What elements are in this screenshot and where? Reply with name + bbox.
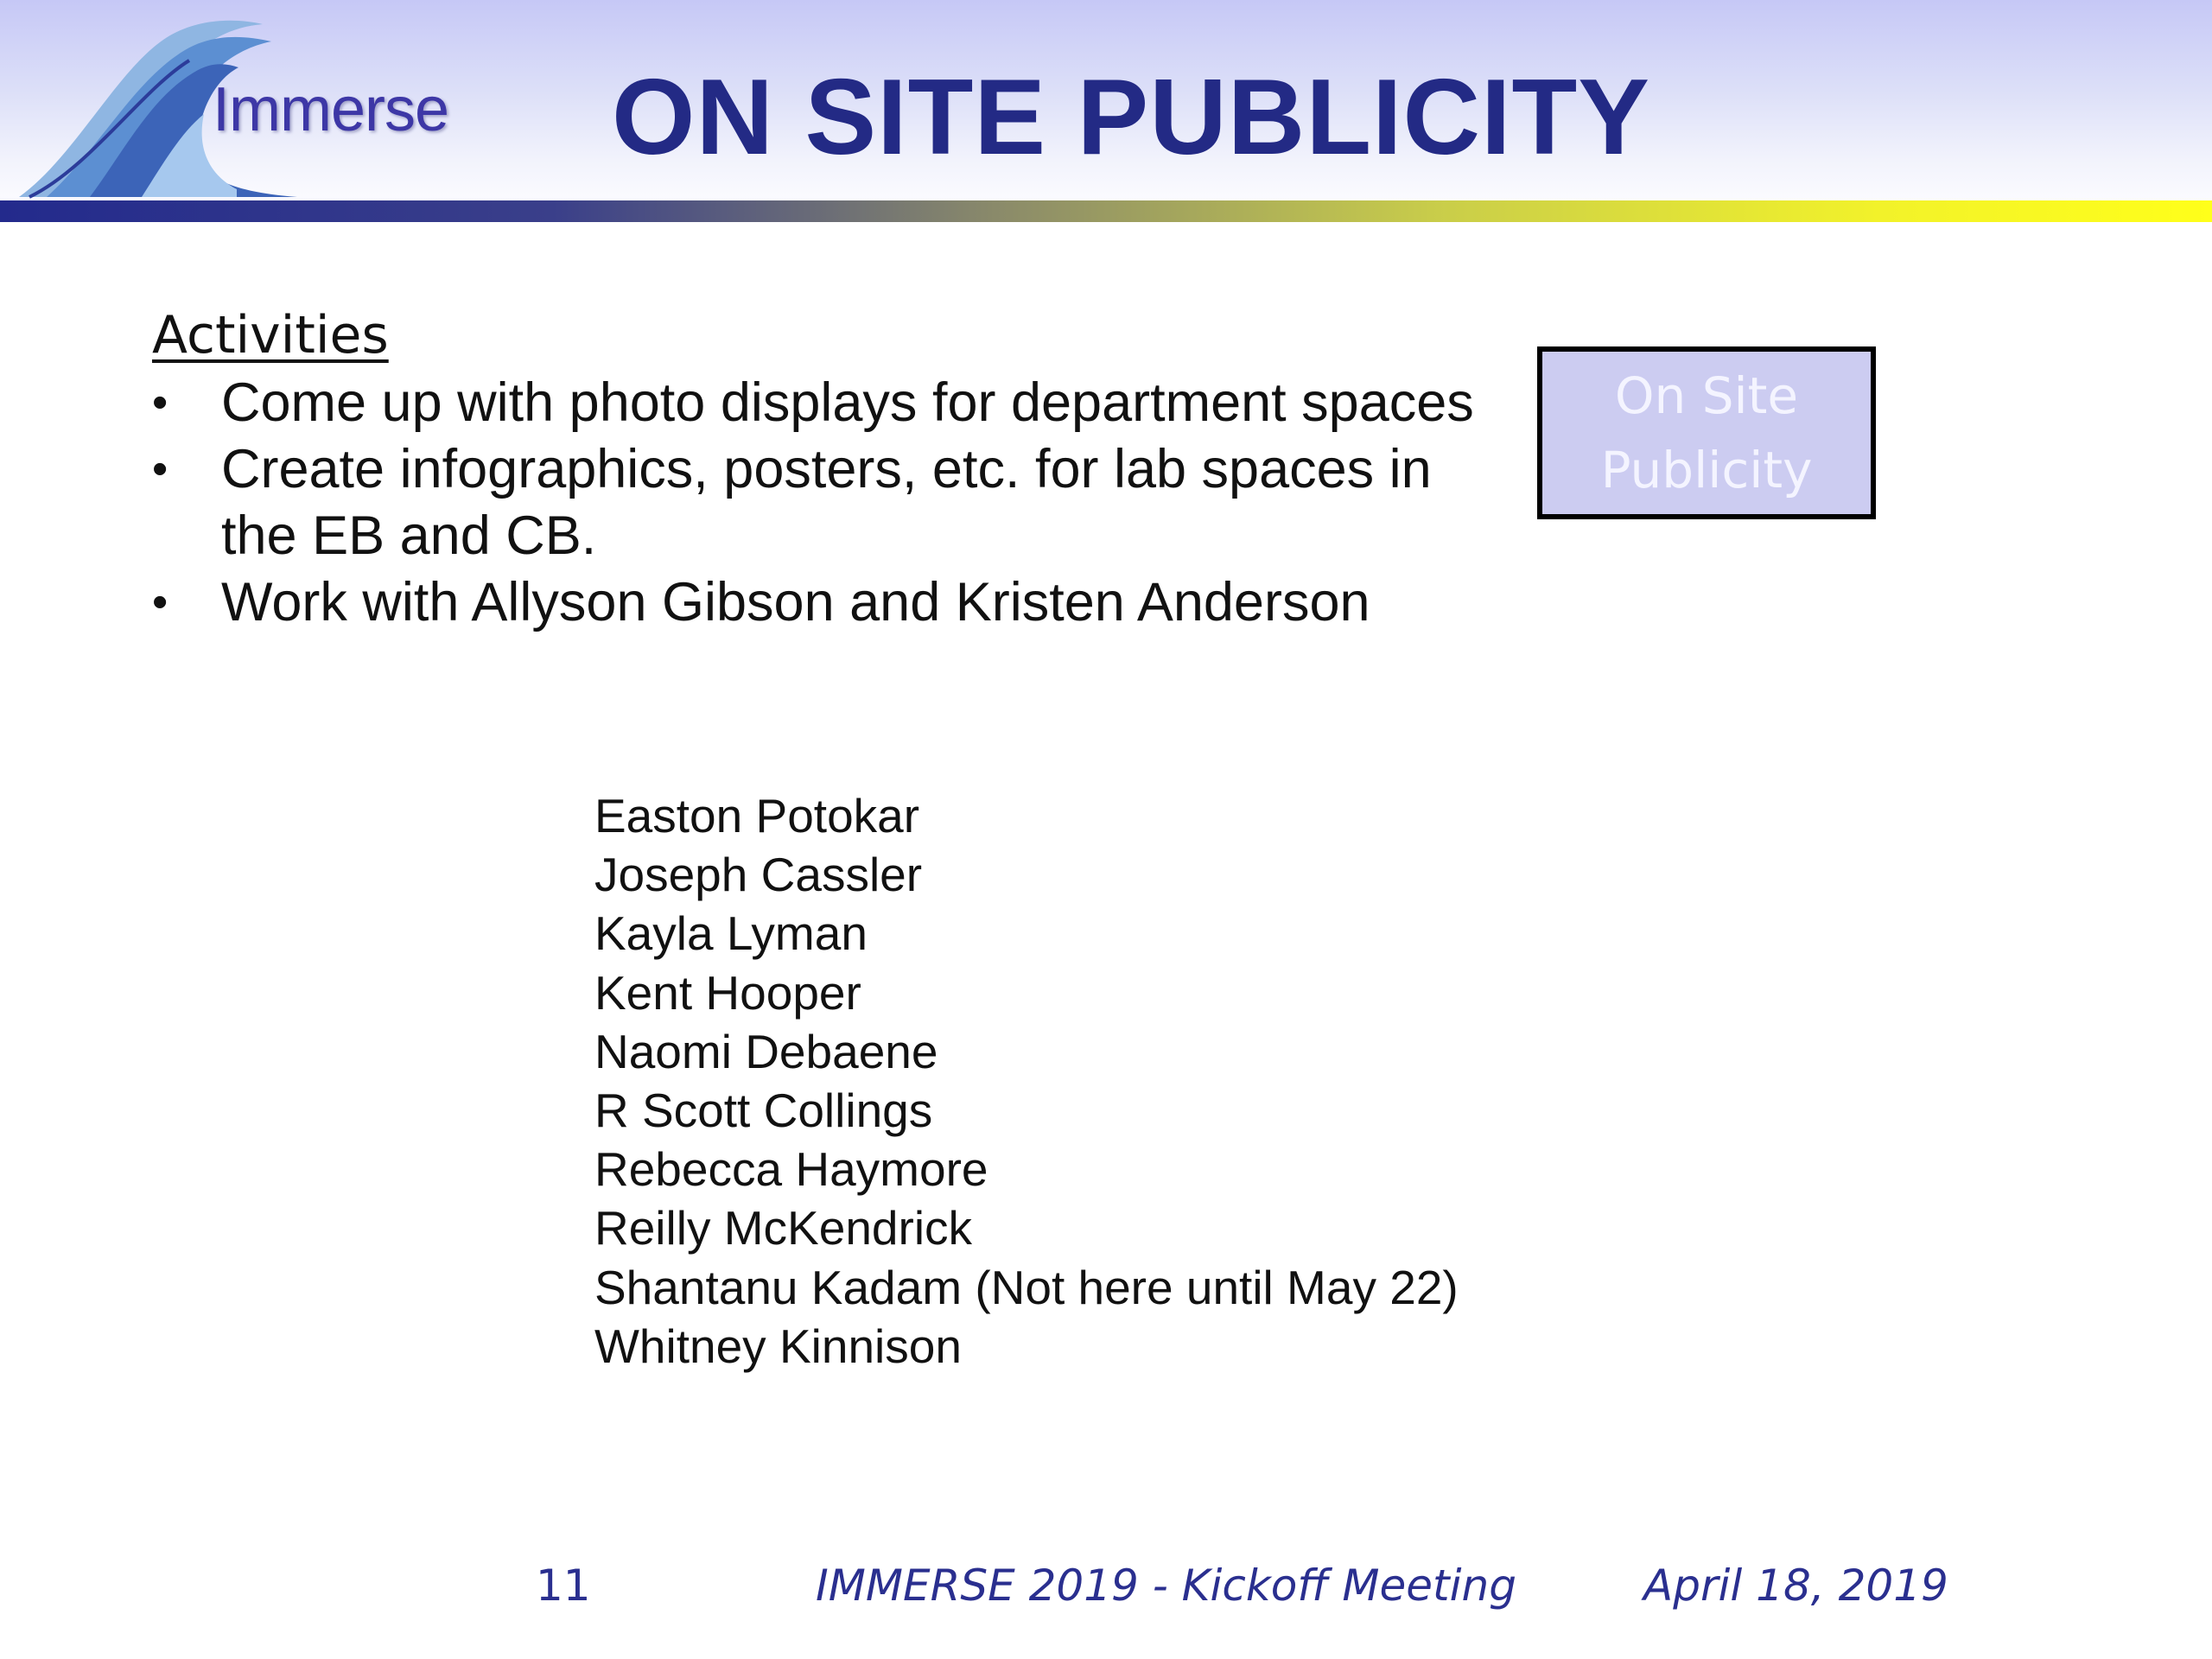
activities-heading: Activities xyxy=(152,305,389,365)
header-color-band xyxy=(0,200,2212,222)
activities-list: • Come up with photo displays for depart… xyxy=(152,370,1500,636)
bullet-text: Create infographics, posters, etc. for l… xyxy=(221,439,1432,566)
bullet-icon: • xyxy=(152,577,168,627)
footer-page-number: 11 xyxy=(536,1560,591,1611)
list-item: Whitney Kinnison xyxy=(594,1319,962,1373)
list-item: Shantanu Kadam (Not here until May 22) xyxy=(594,1260,1459,1314)
bullet-icon: • xyxy=(152,378,168,428)
list-item: Joseph Cassler xyxy=(594,848,923,902)
bullet-text: Come up with photo displays for departme… xyxy=(221,372,1474,433)
bullet-text: Work with Allyson Gibson and Kristen And… xyxy=(221,572,1370,632)
list-item: • Come up with photo displays for depart… xyxy=(152,370,1500,436)
team-members-list: Easton Potokar Joseph Cassler Kayla Lyma… xyxy=(594,786,1459,1376)
list-item: R Scott Collings xyxy=(594,1084,933,1138)
immerse-logo: Immerse xyxy=(12,12,479,202)
list-item: Easton Potokar xyxy=(594,789,920,842)
list-item: Kent Hooper xyxy=(594,965,861,1020)
team-name-label: On Site Publicity xyxy=(1600,366,1813,499)
list-item: • Create infographics, posters, etc. for… xyxy=(152,436,1500,569)
logo-wordmark: Immerse xyxy=(213,75,449,144)
bullet-icon: • xyxy=(152,444,168,494)
list-item: • Work with Allyson Gibson and Kristen A… xyxy=(152,569,1500,636)
slide-title: ON SITE PUBLICITY xyxy=(612,58,1650,177)
list-item: Rebecca Haymore xyxy=(594,1142,988,1197)
list-item: Reilly McKendrick xyxy=(594,1201,973,1255)
team-name-box: On Site Publicity xyxy=(1537,346,1876,519)
list-item: Kayla Lyman xyxy=(594,906,868,961)
slide: Immerse ON SITE PUBLICITY Activities • C… xyxy=(0,0,2212,1659)
footer-date: April 18, 2019 xyxy=(1643,1560,1948,1611)
list-item: Naomi Debaene xyxy=(594,1024,938,1078)
footer-event-name: IMMERSE 2019 - Kickoff Meeting xyxy=(816,1560,1516,1611)
